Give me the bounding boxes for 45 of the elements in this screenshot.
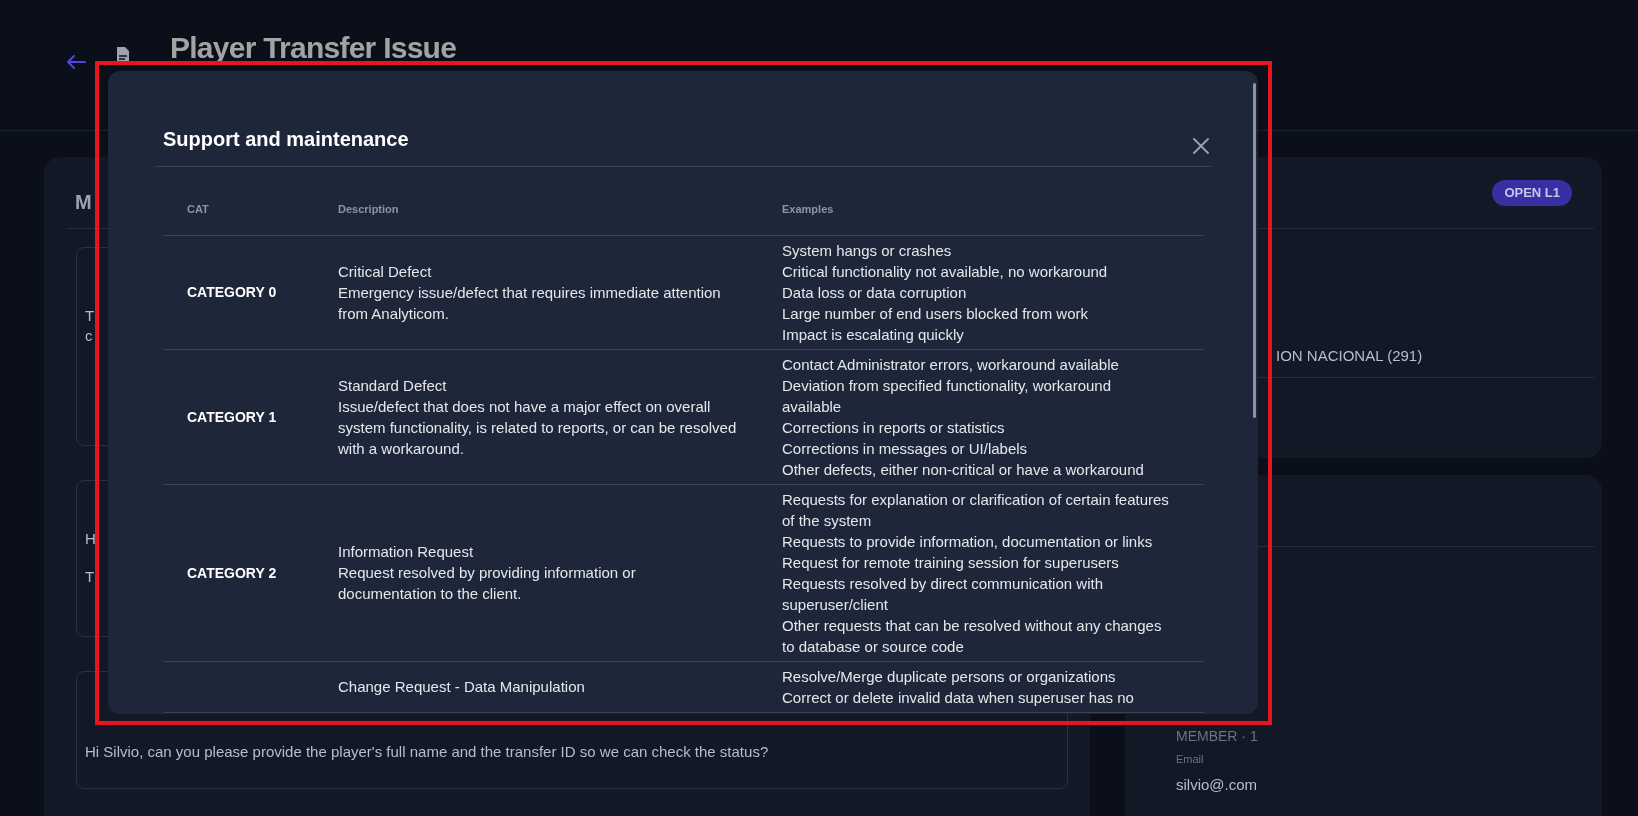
category-label: CATEGORY 2	[187, 564, 277, 581]
message-text: H	[85, 529, 96, 549]
example-item: Requests resolved by direct communication with superuser/client	[782, 573, 1104, 615]
modal-title: Support and maintenance	[162, 127, 409, 152]
description-text: Request resolved by providing information or documentation to the client.	[338, 563, 637, 604]
column-header: Description	[338, 202, 399, 215]
email-text: silvio@.com	[1176, 774, 1259, 795]
example-item: Correct or delete invalid data when superuser has no	[782, 687, 1135, 708]
example-item: Critical functionality not available, no workaround	[782, 261, 1109, 282]
message-text: Hi Silvio, can you please provide the player's full name and the transfer ID so we can check the status?	[85, 742, 769, 762]
field-label: Email	[1176, 752, 1205, 767]
example-item: Other requests that can be resolved without any changes to database or source code	[782, 615, 1163, 657]
example-item: Impact is escalating quickly	[782, 324, 965, 345]
description-text: Issue/defect that does not have a major effect on overall system functionality, is related to reports, or can be resolved with a workaround.	[338, 396, 738, 459]
role-text: MEMBER · 1	[1176, 727, 1259, 745]
column-header: Examples	[782, 202, 834, 215]
example-item: Data loss or data corruption	[782, 282, 968, 303]
back-arrow-icon[interactable]	[66, 54, 86, 70]
example-item: Large number of end users blocked from work	[782, 303, 1089, 324]
example-item: Corrections in messages or UI/labels	[782, 438, 1029, 459]
example-item: Request for remote training session for superusers	[782, 552, 1120, 573]
description-title: Change Request - Data Manipulation	[338, 677, 586, 697]
scrollbar[interactable]	[1253, 83, 1256, 418]
message-text: T	[85, 306, 95, 326]
example-item: Other defects, either non-critical or have a workaround	[782, 459, 1145, 480]
example-item: Requests for explanation or clarification of certain features of the system	[782, 489, 1170, 531]
status-badge: OPEN L1	[1492, 179, 1572, 206]
description-title: Critical Defect	[338, 261, 433, 282]
organization-text: ION NACIONAL (291)	[1276, 345, 1423, 366]
close-icon[interactable]	[1193, 138, 1209, 154]
column-header: CAT	[187, 202, 209, 215]
example-item: Contact Administrator errors, workaround available	[782, 354, 1120, 375]
message-text: c	[85, 326, 93, 346]
category-label: CATEGORY 1	[187, 408, 277, 425]
message-text: T	[85, 567, 95, 587]
example-item: Resolve/Merge duplicate persons or organizations	[782, 666, 1117, 687]
category-label: CATEGORY 0	[187, 284, 277, 300]
example-item: Corrections in reports or statistics	[782, 417, 1006, 438]
description-title: Standard Defect	[338, 375, 448, 396]
page-title: Player Transfer Issue	[170, 30, 457, 66]
description-title: Information Request	[338, 542, 475, 562]
example-item: Requests to provide information, documentation or links	[782, 531, 1154, 552]
example-item: Deviation from specified functionality, workaround available	[782, 375, 1113, 417]
example-item: System hangs or crashes	[782, 240, 953, 261]
description-text: Emergency issue/defect that requires immediate attention from Analyticom.	[338, 282, 722, 324]
